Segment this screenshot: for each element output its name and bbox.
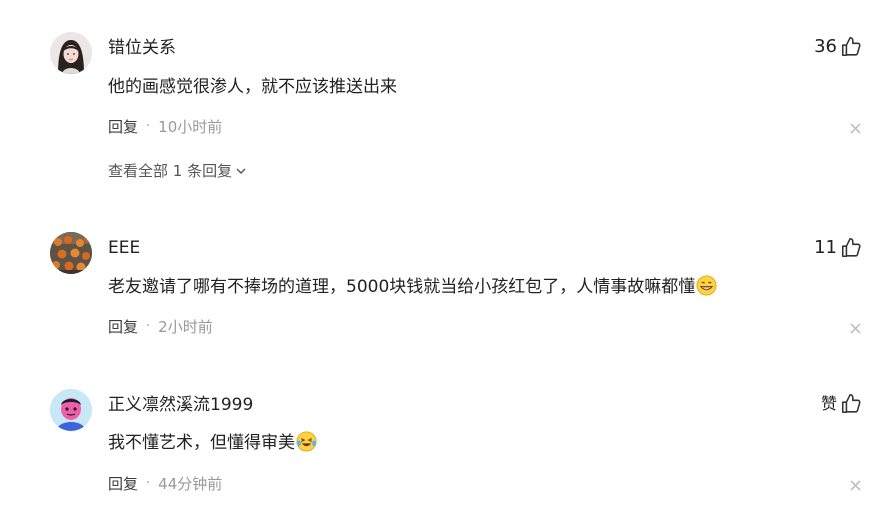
username[interactable]: EEE	[108, 237, 140, 259]
avatar-crowd-icon	[50, 232, 92, 274]
comment-text-body: 老友邀请了哪有不捧场的道理，5000块钱就当给小孩红包了，人情事故嘛都懂	[108, 277, 696, 297]
chevron-down-icon	[236, 168, 246, 174]
view-replies-label: 查看全部 1 条回复	[108, 162, 233, 180]
like-label: 赞	[820, 394, 837, 413]
view-replies-button[interactable]: 查看全部 1 条回复	[108, 161, 247, 181]
avatar-woman-icon	[50, 32, 92, 74]
avatar-pink-character-icon	[50, 389, 92, 431]
timestamp: 2小时前	[158, 318, 213, 336]
comment-text: 老友邀请了哪有不捧场的道理，5000块钱就当给小孩红包了，人情事故嘛都懂	[108, 275, 717, 299]
avatar[interactable]	[50, 389, 92, 431]
comment-text: 他的画感觉很渗人，就不应该推送出来	[108, 77, 397, 97]
separator: ·	[146, 319, 151, 334]
avatar[interactable]	[50, 32, 92, 74]
username[interactable]: 错位关系	[108, 37, 176, 59]
reply-button[interactable]: 回复	[108, 474, 138, 494]
comment-text-body: 我不懂艺术，但懂得审美	[108, 433, 295, 453]
username[interactable]: 正义凛然溪流1999	[108, 394, 253, 416]
like-button[interactable]: 11	[814, 236, 862, 260]
reply-button[interactable]: 回复	[108, 317, 138, 337]
comment-meta: 回复 · 10小时前	[108, 117, 222, 137]
close-icon[interactable]	[850, 323, 861, 334]
like-button[interactable]: 赞	[821, 392, 862, 416]
comment-meta: 回复 · 44分钟前	[108, 474, 222, 494]
thumbs-up-icon	[841, 37, 861, 57]
timestamp: 10小时前	[158, 118, 223, 136]
comment-text: 我不懂艺术，但懂得审美	[108, 431, 317, 455]
laughing-tears-emoji-icon	[296, 431, 317, 452]
like-count: 36	[814, 36, 837, 57]
close-icon[interactable]	[850, 123, 861, 134]
like-button[interactable]: 36	[814, 35, 862, 59]
thumbs-up-icon	[841, 394, 861, 414]
grin-emoji-icon	[696, 275, 717, 296]
timestamp: 44分钟前	[158, 475, 223, 493]
separator: ·	[146, 119, 151, 134]
like-count: 11	[814, 237, 837, 258]
comment-meta: 回复 · 2小时前	[108, 317, 213, 337]
close-icon[interactable]	[850, 480, 861, 491]
separator: ·	[146, 476, 151, 491]
avatar[interactable]	[50, 232, 92, 274]
reply-button[interactable]: 回复	[108, 117, 138, 137]
thumbs-up-icon	[841, 238, 861, 258]
